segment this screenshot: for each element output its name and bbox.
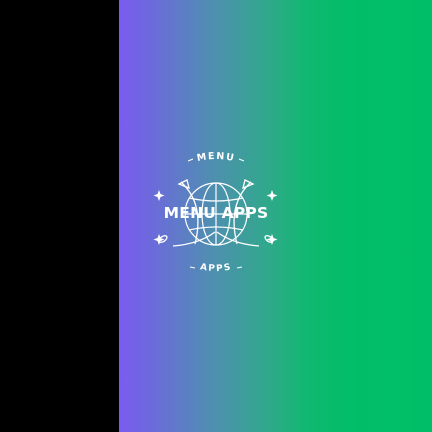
app-wordmark: MENU APPS [163, 204, 269, 222]
bottom-right-dash [236, 266, 243, 269]
sparkle-icon [266, 190, 278, 201]
top-left-dash [187, 158, 194, 162]
app-screen: MENU APPS MENU APPS [0, 0, 432, 432]
top-right-dash [238, 158, 245, 162]
bottom-left-dash [189, 266, 196, 269]
logo-bottom-arc-text: APPS [199, 262, 232, 274]
logo-top-arc-text: MENU [196, 151, 236, 164]
left-black-bar [0, 0, 119, 432]
sparkle-icon [153, 190, 165, 201]
app-logo: MENU APPS MENU APPS [139, 146, 293, 282]
